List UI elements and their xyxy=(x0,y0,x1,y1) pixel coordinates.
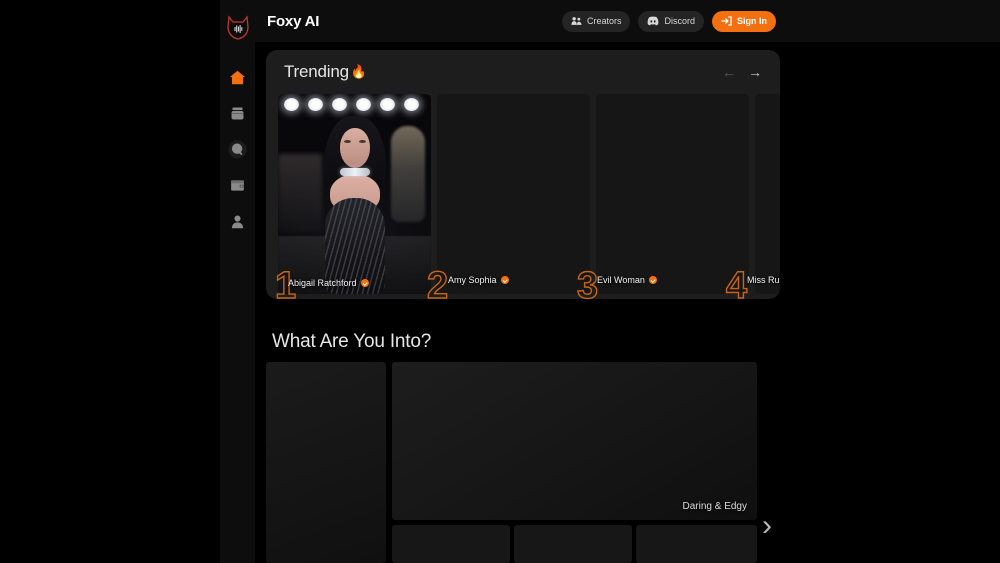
trending-carousel[interactable]: Abigail Ratchford xyxy=(266,94,780,299)
trending-header: Trending 🔥 ← → xyxy=(266,50,780,94)
trending-card[interactable] xyxy=(437,94,590,294)
verified-badge-icon xyxy=(648,276,657,284)
runway-lights xyxy=(284,98,419,111)
card-caption: Miss Ruby xyxy=(747,275,780,285)
categories-next-button[interactable]: › xyxy=(762,507,788,545)
creator-name: Abigail Ratchford xyxy=(288,278,357,288)
sign-in-button[interactable]: Sign In xyxy=(712,10,776,32)
trending-card[interactable] xyxy=(755,94,780,294)
category-card[interactable] xyxy=(266,362,386,563)
sidebar-item-home[interactable] xyxy=(225,64,251,90)
category-card-featured[interactable]: Daring & Edgy xyxy=(392,362,757,520)
categories-grid: Daring & Edgy xyxy=(266,362,786,563)
card-caption: Abigail Ratchford xyxy=(288,278,369,288)
category-label: Daring & Edgy xyxy=(682,501,747,512)
sidebar-item-wallet[interactable] xyxy=(225,172,251,198)
sidebar-item-search[interactable] xyxy=(225,136,251,162)
creator-name: Evil Woman xyxy=(597,275,645,285)
sidebar-item-briefcase[interactable] xyxy=(225,100,251,126)
fire-icon: 🔥 xyxy=(350,64,368,79)
trending-title: Trending xyxy=(284,62,349,81)
creator-name: Amy Sophia xyxy=(448,275,497,285)
verified-badge-icon xyxy=(500,276,509,284)
top-header: Foxy AI Creators Discord Sign In xyxy=(255,0,1000,42)
sidebar-item-profile[interactable] xyxy=(225,208,251,234)
creator-name: Miss Ruby xyxy=(747,275,780,285)
page-title: Foxy AI xyxy=(267,12,320,30)
discord-button[interactable]: Discord xyxy=(638,10,704,32)
category-card[interactable] xyxy=(392,525,510,563)
discord-label: Discord xyxy=(664,16,695,26)
trending-card[interactable]: Abigail Ratchford xyxy=(278,94,431,294)
background-model xyxy=(391,126,425,222)
discord-icon xyxy=(647,16,659,26)
creators-button[interactable]: Creators xyxy=(561,10,631,32)
sidebar xyxy=(220,0,255,563)
login-arrow-icon xyxy=(721,16,732,26)
header-actions: Creators Discord Sign In xyxy=(561,10,776,32)
trending-panel: Trending 🔥 ← → Abigail Ratchford xyxy=(266,50,780,299)
model-figure xyxy=(316,116,394,294)
app-root: Foxy AI Creators Discord Sign In Trendin… xyxy=(0,0,1000,563)
creators-label: Creators xyxy=(586,16,622,26)
carousel-prev-button[interactable]: ← xyxy=(722,65,736,79)
carousel-next-button[interactable]: → xyxy=(748,65,762,79)
category-card[interactable] xyxy=(514,525,632,563)
fox-head-icon[interactable] xyxy=(225,14,251,42)
verified-badge-icon xyxy=(360,279,369,287)
trending-card[interactable] xyxy=(596,94,749,294)
card-caption: Amy Sophia xyxy=(448,275,509,285)
category-card[interactable] xyxy=(636,525,757,563)
users-icon xyxy=(571,16,582,26)
sign-in-label: Sign In xyxy=(737,16,767,26)
categories-title: What Are You Into? xyxy=(272,331,432,352)
carousel-nav: ← → xyxy=(722,65,762,79)
card-caption: Evil Woman xyxy=(597,275,657,285)
